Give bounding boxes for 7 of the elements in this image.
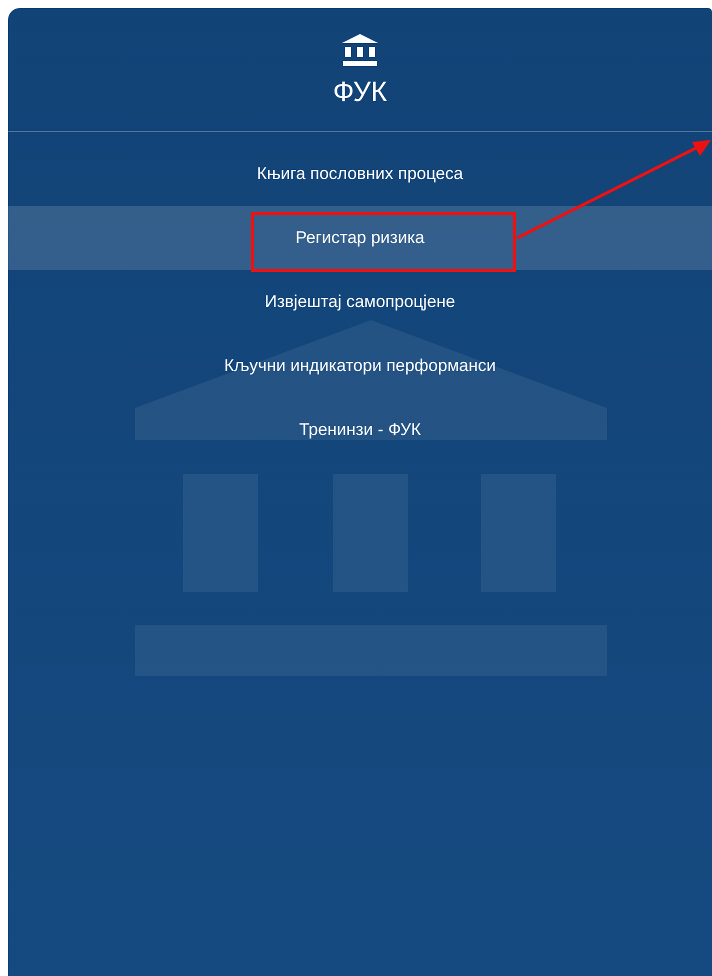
menu-item[interactable]: Извјештај самопроцјене xyxy=(8,270,712,334)
app-title: ФУК xyxy=(332,76,388,108)
menu-item[interactable]: Регистар ризика xyxy=(8,206,712,270)
menu-item[interactable]: Тренинзи - ФУК xyxy=(8,398,712,462)
bank-icon xyxy=(342,34,378,66)
menu-item[interactable]: Кључни индикатори перформанси xyxy=(8,334,712,398)
menu-item[interactable]: Књига пословних процеса xyxy=(8,142,712,206)
